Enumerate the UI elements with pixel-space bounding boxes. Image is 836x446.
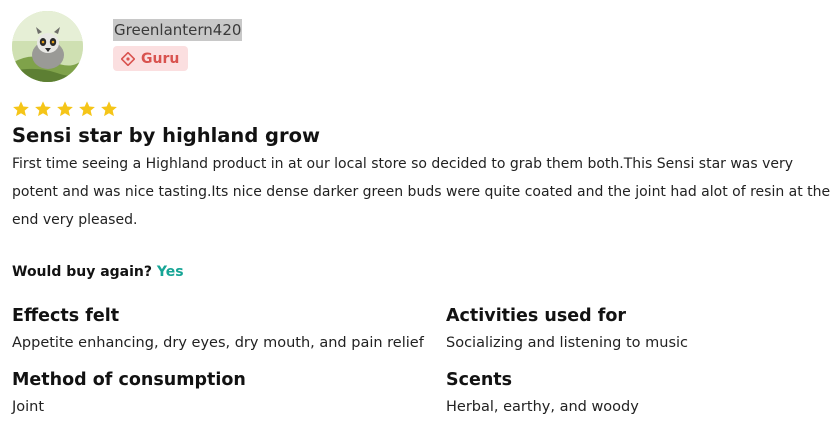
star-rating	[12, 100, 118, 118]
star-icon	[101, 101, 117, 117]
star-icon	[35, 101, 51, 117]
buy-again: Would buy again? Yes	[12, 264, 184, 280]
method-title: Method of consumption	[12, 370, 246, 390]
effects-title: Effects felt	[12, 306, 120, 326]
user-avatar[interactable]	[12, 11, 83, 82]
activities-title: Activities used for	[446, 306, 627, 326]
buy-again-label: Would buy again?	[12, 264, 153, 280]
activities-value: Socializing and listening to music	[446, 335, 689, 351]
star-icon	[57, 101, 73, 117]
star-icon	[79, 101, 95, 117]
method-value: Joint	[12, 399, 45, 415]
star-icon	[13, 101, 29, 117]
effects-value: Appetite enhancing, dry eyes, dry mouth,…	[12, 335, 424, 351]
badge-label: Guru	[141, 50, 180, 67]
username[interactable]: Greenlantern420	[113, 19, 243, 41]
scents-value: Herbal, earthy, and woody	[446, 399, 639, 415]
lemur-avatar-icon	[12, 11, 83, 82]
guru-badge: Guru	[113, 46, 189, 71]
buy-again-value: Yes	[156, 264, 184, 280]
review-title: Sensi star by highland grow	[12, 124, 321, 147]
scents-title: Scents	[446, 370, 513, 390]
diamond-target-icon	[121, 51, 135, 66]
review-body: First time seeing a Highland product in …	[12, 156, 831, 228]
